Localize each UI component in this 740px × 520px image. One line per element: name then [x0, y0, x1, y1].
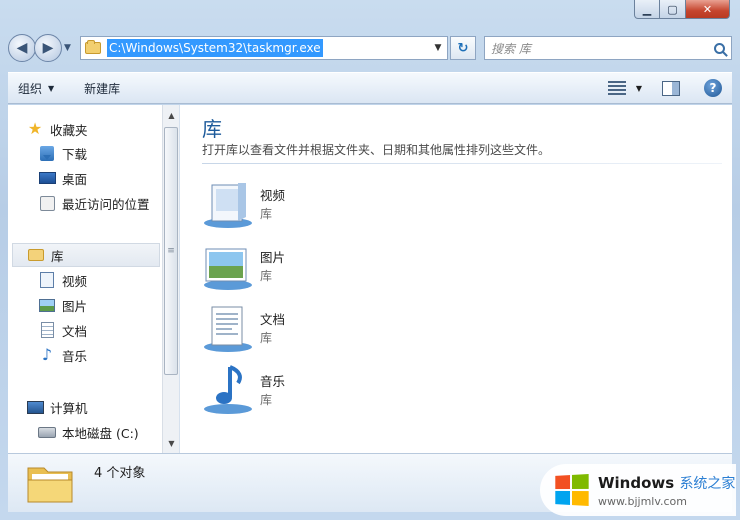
refresh-button[interactable]: ↻: [450, 36, 476, 60]
nav-favorites-label: 收藏夹: [50, 122, 88, 138]
scroll-down-button[interactable]: ▼: [163, 435, 180, 451]
navigation-scrollbar[interactable]: ▲ ≡ ▼: [162, 105, 179, 453]
nav-computer[interactable]: 计算机: [26, 395, 178, 419]
new-library-label: 新建库: [84, 81, 121, 96]
navigation-pane: ★ 收藏夹 下载 桌面 最近访问的位置 库 视频 图片 文档 ♪ 音乐 计算机 …: [8, 105, 180, 453]
item-count: 4 个对象: [94, 466, 146, 481]
address-dropdown-button[interactable]: ▼: [429, 43, 447, 53]
search-placeholder: 搜索 库: [491, 41, 531, 56]
content-pane: 库 打开库以查看文件并根据文件夹、日期和其他属性排列这些文件。 视频 库 图片 …: [180, 105, 732, 453]
command-bar: 组织 ▼ 新建库 ▼ ?: [8, 72, 732, 104]
close-button[interactable]: ✕: [686, 0, 730, 19]
refresh-icon: ↻: [457, 40, 469, 56]
folder-icon: [85, 40, 101, 54]
star-icon: ★: [27, 119, 43, 138]
address-input[interactable]: C:\Windows\System32\taskmgr.exe: [107, 39, 323, 57]
back-arrow-icon: ◀: [16, 40, 28, 56]
address-bar[interactable]: C:\Windows\System32\taskmgr.exe ▼: [80, 36, 448, 60]
nav-item-downloads[interactable]: 下载: [38, 141, 179, 165]
nav-item-pictures[interactable]: 图片: [38, 293, 179, 317]
minimize-button[interactable]: ▁: [634, 0, 660, 19]
music-library-icon: [204, 365, 252, 414]
watermark-brand: Windows 系统之家: [598, 473, 736, 492]
organize-label: 组织: [18, 81, 43, 96]
change-view-button[interactable]: ▼: [607, 81, 642, 95]
address-row: ◀ ▶ ▼ C:\Windows\System32\taskmgr.exe ▼ …: [8, 30, 732, 66]
nav-item-label: 视频: [62, 273, 88, 289]
computer-icon: [26, 399, 44, 415]
video-icon: [38, 272, 56, 288]
nav-item-label: 文档: [62, 323, 88, 339]
search-icon[interactable]: [714, 42, 725, 54]
recent-places-icon: [38, 195, 56, 211]
library-item-pictures[interactable]: 图片 库: [200, 239, 440, 295]
nav-favorites[interactable]: ★ 收藏夹: [26, 117, 178, 141]
library-type: 库: [260, 269, 273, 283]
page-description: 打开库以查看文件并根据文件夹、日期和其他属性排列这些文件。: [202, 143, 551, 157]
chevron-down-icon: ▼: [635, 83, 642, 93]
nav-item-local-disk[interactable]: 本地磁盘 (C:): [38, 420, 179, 444]
library-item-videos[interactable]: 视频 库: [200, 177, 440, 233]
download-icon: [38, 145, 56, 161]
nav-item-videos[interactable]: 视频: [38, 268, 179, 292]
nav-item-desktop[interactable]: 桌面: [38, 166, 179, 190]
nav-libraries-label: 库: [51, 248, 64, 264]
library-type: 库: [260, 207, 273, 221]
nav-libraries[interactable]: 库: [12, 243, 160, 267]
window-caption-buttons: ▁ ▢ ✕: [634, 0, 730, 20]
nav-item-music[interactable]: ♪ 音乐: [38, 343, 179, 367]
library-item-documents[interactable]: 文档 库: [200, 301, 440, 357]
nav-item-recent-places[interactable]: 最近访问的位置: [38, 191, 179, 215]
forward-button[interactable]: ▶: [34, 34, 62, 62]
chevron-down-icon: ▼: [48, 83, 55, 93]
desktop-icon: [38, 170, 56, 186]
page-title: 库: [202, 117, 222, 141]
video-library-icon: [204, 183, 252, 228]
nav-item-label: 桌面: [62, 171, 88, 187]
document-library-icon: [204, 306, 252, 352]
nav-item-label: 图片: [62, 298, 88, 314]
new-library-button[interactable]: 新建库: [84, 80, 120, 97]
disk-icon: [38, 424, 56, 440]
forward-arrow-icon: ▶: [42, 40, 54, 56]
nav-item-label: 下载: [62, 146, 88, 162]
recent-pages-dropdown[interactable]: ▼: [64, 43, 76, 53]
nav-item-label: 本地磁盘 (C:): [62, 425, 139, 441]
library-name: 文档: [260, 312, 286, 327]
watermark-url: www.bjjmlv.com: [598, 494, 687, 508]
maximize-button[interactable]: ▢: [660, 0, 686, 19]
search-input[interactable]: 搜索 库: [484, 36, 732, 60]
scroll-thumb[interactable]: ≡: [164, 127, 178, 375]
music-icon: ♪: [41, 345, 53, 364]
back-button[interactable]: ◀: [8, 34, 36, 62]
nav-item-documents[interactable]: 文档: [38, 318, 179, 342]
organize-button[interactable]: 组织 ▼: [18, 80, 54, 97]
library-item-music[interactable]: 音乐 库: [200, 363, 440, 419]
preview-pane-icon[interactable]: [662, 80, 680, 96]
picture-library-icon: [204, 248, 252, 290]
library-name: 音乐: [260, 374, 286, 389]
view-options-icon: [607, 81, 626, 95]
library-name: 图片: [260, 250, 286, 265]
site-watermark: Windows 系统之家 www.bjjmlv.com: [540, 464, 736, 516]
help-icon[interactable]: ?: [704, 79, 722, 97]
library-icon: [27, 247, 45, 263]
scroll-up-button[interactable]: ▲: [163, 107, 180, 123]
library-folder-icon: [27, 467, 73, 503]
document-icon: [38, 322, 56, 338]
nav-item-label: 音乐: [62, 348, 88, 364]
library-type: 库: [260, 331, 273, 345]
library-type: 库: [260, 393, 273, 407]
nav-computer-label: 计算机: [50, 400, 88, 416]
windows-logo-icon: [555, 474, 589, 506]
library-name: 视频: [260, 188, 286, 203]
divider: [202, 163, 722, 164]
nav-item-label: 最近访问的位置: [62, 196, 150, 212]
picture-icon: [38, 297, 56, 313]
